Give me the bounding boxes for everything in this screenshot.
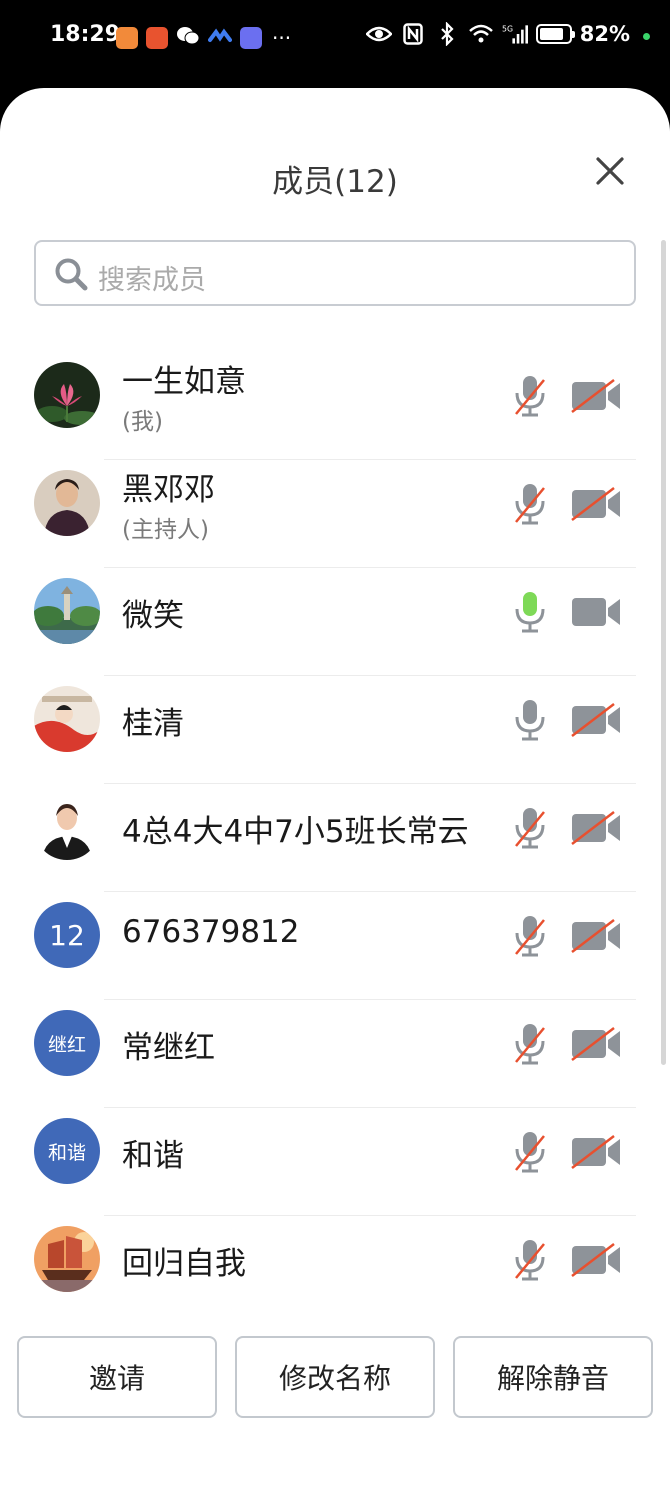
- eye-icon: [365, 22, 392, 46]
- footer-actions: 邀请 修改名称 解除静音: [0, 1336, 670, 1426]
- camera-off-icon[interactable]: [570, 810, 622, 846]
- member-row[interactable]: 继红 常继红: [0, 1000, 670, 1108]
- member-list: 一生如意 (我) 黑邓邓 (主持人) 微笑 桂清 4总4大4中7小5班长常云 1…: [0, 352, 670, 1328]
- mic-muted-icon[interactable]: [512, 1022, 548, 1066]
- mic-muted-icon[interactable]: [512, 482, 548, 526]
- camera-off-icon[interactable]: [570, 918, 622, 954]
- nfc-icon: [400, 22, 426, 46]
- member-row[interactable]: 一生如意 (我): [0, 352, 670, 460]
- member-row[interactable]: 回归自我: [0, 1216, 670, 1324]
- search-input[interactable]: 搜索成员: [34, 240, 636, 306]
- page-title: 成员(12): [272, 164, 398, 200]
- member-role: (主持人): [122, 517, 209, 543]
- mic-muted-icon[interactable]: [512, 1130, 548, 1174]
- member-row[interactable]: 微笑: [0, 568, 670, 676]
- ship-avatar-image: [34, 1226, 100, 1292]
- battery-percent: 82%: [579, 22, 630, 46]
- mic-active-icon[interactable]: [512, 590, 548, 634]
- message-icon: [240, 27, 262, 49]
- camera-off-icon[interactable]: [570, 1026, 622, 1062]
- signal-icon: 5G: [502, 22, 528, 46]
- avatar: [34, 362, 100, 428]
- avatar: [34, 686, 100, 752]
- mic-muted-icon[interactable]: [512, 374, 548, 418]
- avatar: 继红: [34, 1010, 100, 1076]
- member-name: 桂清: [122, 706, 184, 742]
- member-row[interactable]: 4总4大4中7小5班长常云: [0, 784, 670, 892]
- member-name: 和谐: [122, 1138, 184, 1174]
- camera-off-icon[interactable]: [570, 1134, 622, 1170]
- wechat-icon: [176, 25, 200, 51]
- rename-button[interactable]: 修改名称: [235, 1336, 435, 1418]
- camera-off-icon[interactable]: [570, 378, 622, 414]
- close-button[interactable]: [590, 151, 630, 191]
- woman-avatar-image: [34, 470, 100, 536]
- status-bar: 18:29 ··· 5G 82%: [0, 0, 670, 90]
- mic-muted-icon[interactable]: [512, 806, 548, 850]
- unmute-button[interactable]: 解除静音: [453, 1336, 653, 1418]
- avatar: [34, 794, 100, 860]
- member-row[interactable]: 和谐 和谐: [0, 1108, 670, 1216]
- member-name: 一生如意: [122, 364, 246, 400]
- avatar: [34, 1226, 100, 1292]
- avatar: 12: [34, 902, 100, 968]
- avatar: [34, 578, 100, 644]
- jd-icon: [146, 27, 168, 49]
- member-name: 黑邓邓: [122, 472, 215, 508]
- member-name: 回归自我: [122, 1246, 246, 1282]
- status-right: 5G 82%: [365, 22, 630, 46]
- camera-off-icon[interactable]: [570, 1242, 622, 1278]
- avatar: 和谐: [34, 1118, 100, 1184]
- portrait-avatar-image: [34, 794, 100, 860]
- privacy-indicator-dot: [643, 33, 650, 40]
- wifi-icon: [468, 22, 494, 46]
- member-name: 676379812: [122, 914, 300, 950]
- meeting-icon: [208, 28, 232, 48]
- members-sheet: 成员(12) 搜索成员 一生如意 (我) 黑邓邓 (主持人) 微笑 桂清 4总4…: [0, 88, 670, 1500]
- camera-off-icon[interactable]: [570, 486, 622, 522]
- invite-button[interactable]: 邀请: [17, 1336, 217, 1418]
- member-name: 常继红: [122, 1030, 215, 1066]
- status-app-icons: ···: [116, 25, 291, 51]
- member-role: (我): [122, 409, 163, 435]
- member-row[interactable]: 桂清: [0, 676, 670, 784]
- taobao-icon: [116, 27, 138, 49]
- member-name: 4总4大4中7小5班长常云: [122, 814, 469, 850]
- lotus-avatar-image: [34, 362, 100, 428]
- camera-off-icon[interactable]: [570, 702, 622, 738]
- pagoda-avatar-image: [34, 578, 100, 644]
- camera-icon[interactable]: [570, 594, 622, 630]
- member-name: 微笑: [122, 598, 184, 634]
- bluetooth-icon: [434, 22, 460, 46]
- close-icon: [596, 157, 624, 185]
- svg-text:5G: 5G: [502, 24, 513, 33]
- search-icon: [55, 258, 88, 291]
- mic-muted-icon[interactable]: [512, 1238, 548, 1282]
- mic-muted-icon[interactable]: [512, 914, 548, 958]
- more-notifications-icon: ···: [272, 26, 292, 50]
- search-placeholder: 搜索成员: [98, 265, 206, 296]
- avatar: [34, 470, 100, 536]
- member-row[interactable]: 12 676379812: [0, 892, 670, 1000]
- status-time: 18:29: [50, 22, 121, 47]
- member-row[interactable]: 黑邓邓 (主持人): [0, 460, 670, 568]
- battery-icon: [535, 24, 575, 44]
- painting-avatar-image: [34, 686, 100, 752]
- mic-icon[interactable]: [512, 698, 548, 742]
